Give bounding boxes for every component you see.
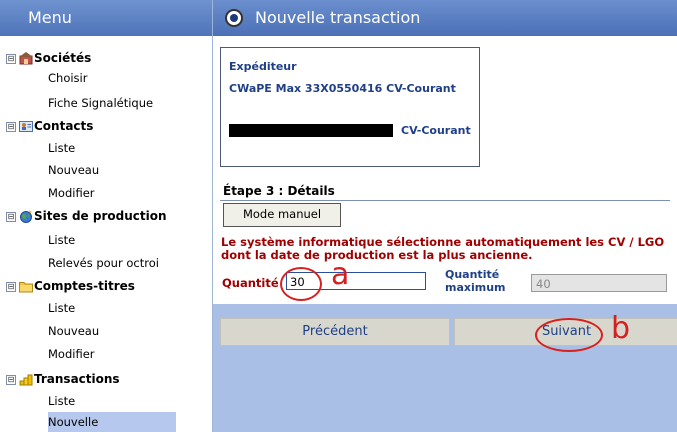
- recipient-account-type: CV-Courant: [401, 124, 471, 137]
- sidebar-item-comptes-modifier[interactable]: Modifier: [48, 344, 95, 364]
- sidebar-section-label: Comptes-titres: [34, 279, 135, 293]
- sidebar-item-contacts-nouveau[interactable]: Nouveau: [48, 160, 99, 180]
- step-divider: [220, 200, 670, 201]
- sidebar-item-transactions-nouvelle[interactable]: Nouvelle: [48, 412, 176, 432]
- page-title: Nouvelle transaction: [255, 8, 421, 27]
- sidebar-section-label: Sociétés: [34, 51, 92, 65]
- quantity-max-label-line1: Quantité: [445, 268, 500, 281]
- sidebar-section-sites[interactable]: ⊟ Sites de production: [6, 206, 167, 226]
- collapse-icon[interactable]: ⊟: [6, 121, 16, 132]
- quantity-max-label-line2: maximum: [445, 281, 506, 294]
- transaction-form-panel: Expéditeur CWaPE Max 33X0550416 CV-Coura…: [213, 36, 677, 304]
- annotation-letter-a: a: [331, 257, 350, 292]
- sidebar-section-contacts[interactable]: ⊟ Contacts: [6, 116, 93, 136]
- quantity-label: Quantité: [222, 276, 279, 290]
- collapse-icon[interactable]: ⊟: [6, 281, 16, 292]
- annotation-letter-b: b: [611, 311, 631, 346]
- sidebar-item-comptes-liste[interactable]: Liste: [48, 298, 75, 318]
- coins-icon: [19, 372, 33, 386]
- sidebar-item-comptes-nouveau[interactable]: Nouveau: [48, 321, 99, 341]
- main-content: Nouvelle transaction Expéditeur CWaPE Ma…: [213, 0, 677, 432]
- contacts-icon: [19, 119, 33, 132]
- folder-icon: [19, 279, 33, 293]
- sidebar-section-label: Sites de production: [34, 209, 167, 223]
- annotation-circle-a: [280, 267, 322, 301]
- sidebar-section-label: Transactions: [34, 372, 120, 386]
- sidebar-item-releves-octroi[interactable]: Relevés pour octroi: [48, 253, 159, 273]
- sender-heading: Expéditeur: [229, 60, 297, 73]
- collapse-icon[interactable]: ⊟: [6, 53, 16, 64]
- step-title: Étape 3 : Détails: [223, 184, 335, 198]
- sidebar-item-sites-liste[interactable]: Liste: [48, 230, 75, 250]
- collapse-icon[interactable]: ⊟: [6, 211, 16, 222]
- page-titlebar: Nouvelle transaction: [213, 0, 677, 36]
- manual-mode-button[interactable]: Mode manuel: [223, 203, 341, 227]
- sidebar-item-contacts-liste[interactable]: Liste: [48, 138, 75, 158]
- annotation-circle-b: [535, 318, 603, 352]
- sidebar-section-societes[interactable]: ⊟ Sociétés: [6, 48, 91, 68]
- sidebar-section-comptes-titres[interactable]: ⊟ Comptes-titres: [6, 276, 135, 296]
- menu-header: Menu: [0, 0, 212, 36]
- quantity-max-field: 40: [531, 274, 667, 292]
- previous-button[interactable]: Précédent: [220, 318, 450, 346]
- auto-selection-info: Le système informatique sélectionne auto…: [221, 235, 665, 262]
- sidebar-menu: Menu ⊟ Sociétés Choisir Fiche Signalétiqu…: [0, 0, 213, 432]
- redacted-block: [229, 124, 393, 137]
- sidebar-section-transactions[interactable]: ⊟ Transactions: [6, 369, 120, 389]
- globe-icon: [19, 209, 33, 223]
- sender-account-line: CWaPE Max 33X0550416 CV-Courant: [229, 82, 456, 95]
- company-icon: [19, 51, 33, 65]
- collapse-icon[interactable]: ⊟: [6, 374, 16, 385]
- sidebar-section-label: Contacts: [34, 119, 94, 133]
- sidebar-item-transactions-liste[interactable]: Liste: [48, 391, 75, 411]
- sender-box: Expéditeur CWaPE Max 33X0550416 CV-Coura…: [220, 47, 480, 167]
- app-logo-icon: [225, 9, 243, 27]
- sidebar-item-contacts-modifier[interactable]: Modifier: [48, 183, 95, 203]
- sidebar-item-fiche-signaletique[interactable]: Fiche Signalétique: [48, 93, 153, 113]
- sidebar-item-choisir[interactable]: Choisir: [48, 68, 87, 88]
- quantity-max-label: Quantité maximum: [445, 268, 506, 294]
